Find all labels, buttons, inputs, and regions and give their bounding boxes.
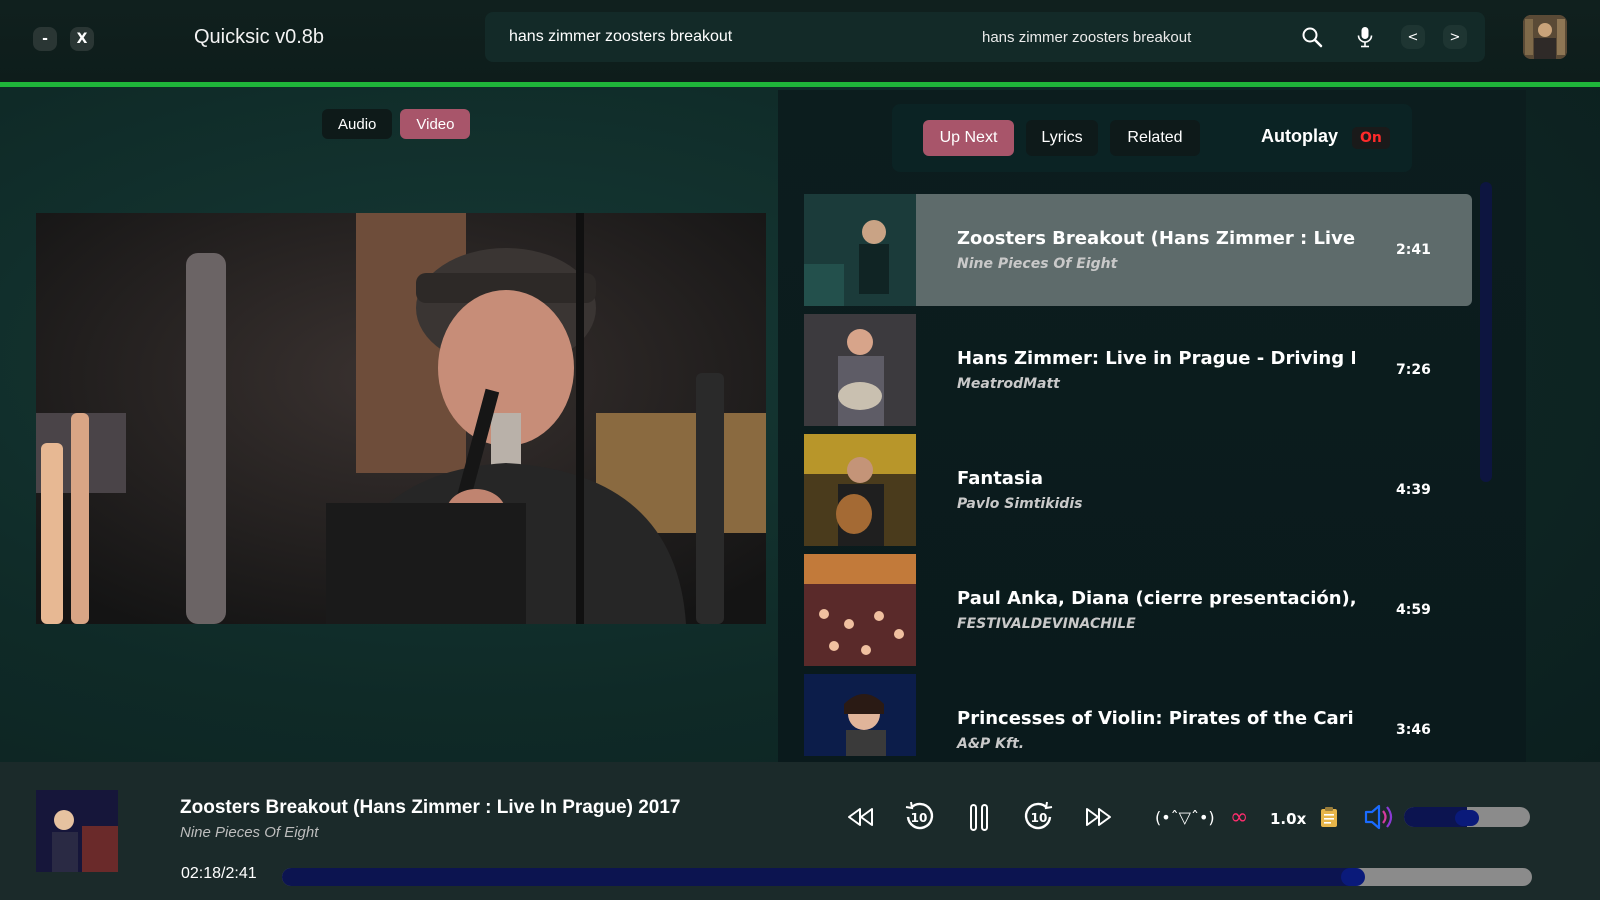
queue-item-artist: A&P Kft. <box>957 736 1025 752</box>
queue-item-title: Paul Anka, Diana (cierre presentación), … <box>957 588 1355 609</box>
search-bar: hans zimmer zoosters breakout < > <box>485 12 1485 62</box>
thumbnail <box>804 194 916 306</box>
svg-text:10: 10 <box>911 811 928 825</box>
app-title: Quicksic v0.8b <box>194 26 325 48</box>
mode-toggle: Audio Video <box>322 109 471 139</box>
progress-knob[interactable] <box>1341 868 1366 886</box>
queue-item-duration: 7:26 <box>1396 362 1431 378</box>
queue-item-artist: Nine Pieces Of Eight <box>957 256 1118 272</box>
search-suggestion[interactable]: hans zimmer zoosters breakout <box>982 29 1191 46</box>
queue-scrollbar[interactable] <box>1480 182 1492 482</box>
queue-item-title: Zoosters Breakout (Hans Zimmer : Live In <box>957 228 1355 249</box>
queue-item-duration: 2:41 <box>1396 242 1431 258</box>
autoplay-label: Autoplay <box>1261 126 1339 146</box>
video-mode-button[interactable]: Video <box>400 109 471 139</box>
thumbnail <box>804 674 916 756</box>
microphone-icon[interactable] <box>1353 25 1377 49</box>
search-input[interactable] <box>509 26 949 48</box>
progress-fill <box>282 868 1354 886</box>
svg-text:10: 10 <box>1031 811 1048 825</box>
loop-icon[interactable]: ∞ <box>1230 805 1248 830</box>
autoplay-toggle[interactable]: On <box>1352 127 1390 149</box>
queue-item[interactable]: Fantasia Pavlo Simtikidis 4:39 <box>804 434 1472 546</box>
rewind-10-icon[interactable]: 10 <box>902 800 936 834</box>
top-accent-line <box>0 82 1600 87</box>
minimize-button[interactable]: - <box>33 27 57 51</box>
queue-item-artist: MeatrodMatt <box>957 376 1060 392</box>
queue-item[interactable]: Paul Anka, Diana (cierre presentación), … <box>804 554 1472 666</box>
queue-item-title: Princesses of Violin: Pirates of the Car… <box>957 708 1355 729</box>
close-button[interactable]: X <box>70 27 94 51</box>
top-bar: - X Quicksic v0.8b hans zimmer zoosters … <box>0 0 1600 82</box>
clipboard-icon[interactable] <box>1320 806 1338 828</box>
pause-icon[interactable] <box>962 800 996 834</box>
forward-10-icon[interactable]: 10 <box>1022 800 1056 834</box>
thumbnail <box>804 554 916 666</box>
now-playing-title: Zoosters Breakout (Hans Zimmer : Live In… <box>180 797 681 818</box>
thumbnail <box>804 434 916 546</box>
queue-item-duration: 4:59 <box>1396 602 1431 618</box>
queue-item-title: Hans Zimmer: Live in Prague - Driving Mi… <box>957 348 1355 369</box>
forward-button[interactable]: > <box>1443 25 1467 49</box>
playback-speed[interactable]: 1.0x <box>1270 810 1306 828</box>
tab-lyrics[interactable]: Lyrics <box>1026 120 1098 156</box>
tab-related[interactable]: Related <box>1110 120 1200 156</box>
volume-icon[interactable] <box>1363 802 1395 832</box>
queue-item-artist: FESTIVALDEVINACHILE <box>957 616 1136 632</box>
thumbnail <box>804 314 916 426</box>
queue-item-title: Fantasia <box>957 468 1043 489</box>
queue-item-duration: 4:39 <box>1396 482 1431 498</box>
audio-mode-button[interactable]: Audio <box>322 109 393 139</box>
skip-next-icon[interactable] <box>1082 800 1116 834</box>
emoticon-button[interactable]: (•ˆ▽ˆ•) <box>1155 808 1215 827</box>
tab-up-next[interactable]: Up Next <box>923 120 1014 156</box>
queue-item[interactable]: Princesses of Violin: Pirates of the Car… <box>804 674 1472 756</box>
queue-item-artist: Pavlo Simtikidis <box>957 496 1083 512</box>
queue-item-duration: 3:46 <box>1396 722 1431 738</box>
search-icon[interactable] <box>1300 25 1324 49</box>
now-playing-artwork <box>36 790 118 872</box>
queue-item[interactable]: Hans Zimmer: Live in Prague - Driving Mi… <box>804 314 1472 426</box>
now-playing-artist: Nine Pieces Of Eight <box>180 824 319 841</box>
back-button[interactable]: < <box>1401 25 1425 49</box>
queue-item[interactable]: Zoosters Breakout (Hans Zimmer : Live In… <box>804 194 1472 306</box>
time-display: 02:18/2:41 <box>181 865 257 882</box>
skip-previous-icon[interactable] <box>843 800 877 834</box>
volume-knob[interactable] <box>1455 810 1479 826</box>
queue-list: Zoosters Breakout (Hans Zimmer : Live In… <box>804 194 1472 756</box>
avatar[interactable] <box>1523 15 1567 59</box>
video-player[interactable] <box>36 213 766 624</box>
